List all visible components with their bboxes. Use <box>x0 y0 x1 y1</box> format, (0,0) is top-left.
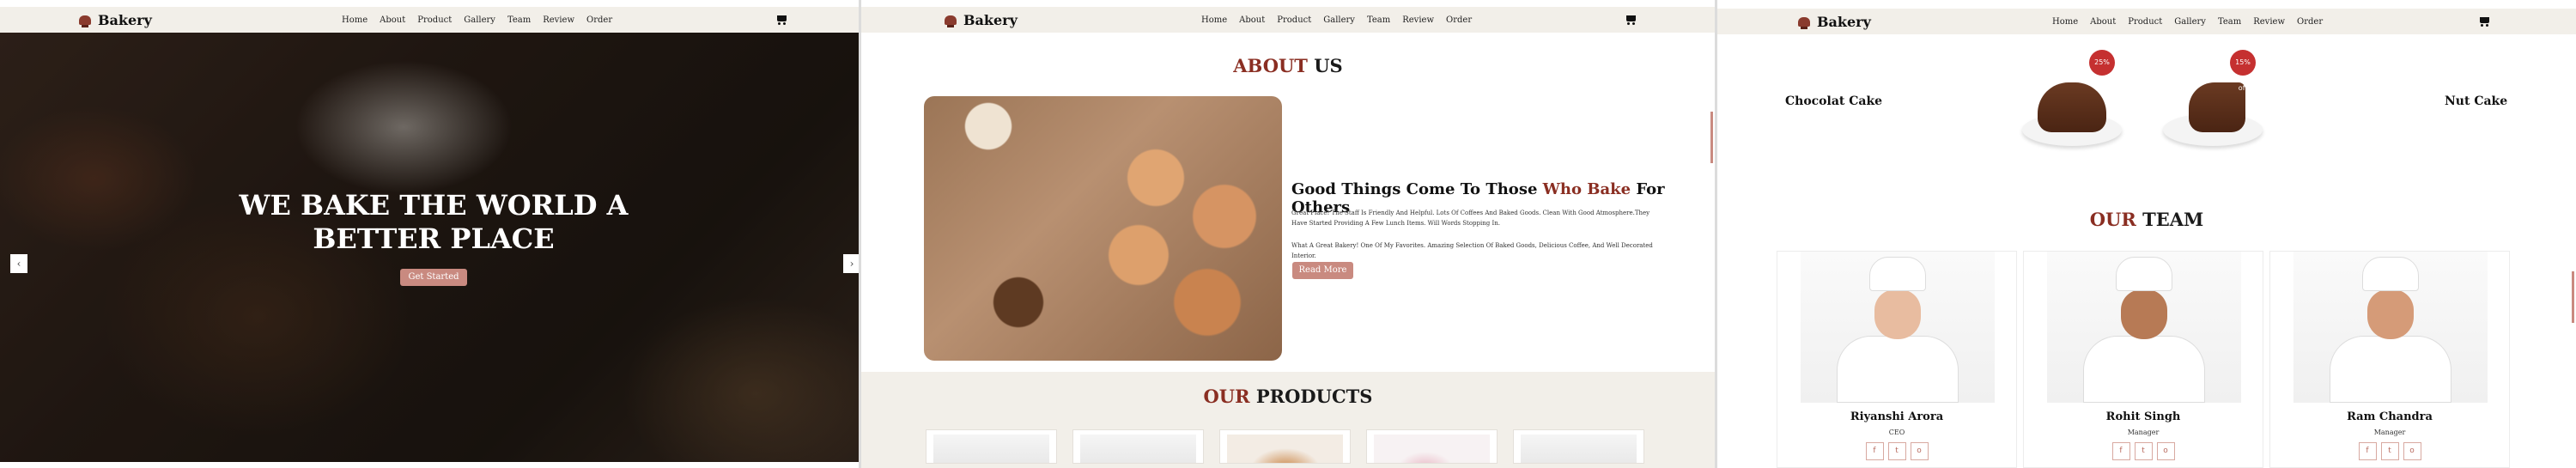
product-card[interactable] <box>1072 429 1204 464</box>
hero-heading: WE BAKE THE WORLD A BETTER PLACE <box>239 189 629 255</box>
cookies-image <box>924 96 1282 361</box>
member-name: Ram Chandra <box>2347 410 2433 423</box>
twitter-icon[interactable]: t <box>1887 442 1906 460</box>
nav-gallery[interactable]: Gallery <box>1323 15 1355 25</box>
cart-icon[interactable] <box>775 15 787 25</box>
nav-home[interactable]: Home <box>2052 17 2078 27</box>
chef-photo <box>1801 252 1995 403</box>
member-name: Rohit Singh <box>2105 410 2181 423</box>
instagram-icon[interactable]: o <box>2156 442 2175 460</box>
team-screen: Bakery Home About Product Gallery Team R… <box>1717 0 2576 468</box>
nav-review[interactable]: Review <box>543 15 574 25</box>
read-more-button[interactable]: Read More <box>1292 262 1353 279</box>
brand-logo[interactable]: Bakery <box>79 12 152 28</box>
hero-banner: WE BAKE THE WORLD A BETTER PLACE Get Sta… <box>0 33 859 462</box>
cake-image: 15% off <box>2163 50 2263 149</box>
nav-order[interactable]: Order <box>586 15 612 25</box>
cake-image: 25% off <box>2022 50 2122 149</box>
cart-icon[interactable] <box>1625 15 1637 25</box>
nav-home[interactable]: Home <box>342 15 368 25</box>
member-name: Riyanshi Arora <box>1850 410 1944 423</box>
nav-product[interactable]: Product <box>1277 15 1311 25</box>
nav-product[interactable]: Product <box>2128 17 2162 27</box>
about-screen: Bakery Home About Product Gallery Team R… <box>861 0 1715 468</box>
team-title: OUR TEAM <box>2089 209 2204 230</box>
hero-screen: Bakery Home About Product Gallery Team R… <box>0 0 859 468</box>
facebook-icon[interactable]: f <box>2358 442 2377 460</box>
brand-name: Bakery <box>98 11 152 28</box>
nav-about[interactable]: About <box>380 15 405 25</box>
bakery-logo-icon <box>1798 16 1810 29</box>
social-links: f t o <box>1777 442 2016 460</box>
cake-name-right: Nut Cake <box>2445 94 2508 108</box>
slider-prev-icon[interactable]: ‹ <box>10 254 27 273</box>
facebook-icon[interactable]: f <box>2111 442 2130 460</box>
nav-team[interactable]: Team <box>2218 17 2241 27</box>
product-card[interactable] <box>1513 429 1644 464</box>
scrollbar[interactable] <box>2572 271 2574 323</box>
cake-name-left: Chocolat Cake <box>1785 94 1883 108</box>
twitter-icon[interactable]: t <box>2134 442 2153 460</box>
nav-gallery[interactable]: Gallery <box>464 15 495 25</box>
nav-menu: Home About Product Gallery Team Review O… <box>2052 17 2323 27</box>
team-card: Riyanshi Arora CEO f t o <box>1777 251 2017 468</box>
facebook-icon[interactable]: f <box>1865 442 1884 460</box>
nav-order[interactable]: Order <box>2297 17 2323 27</box>
about-title: ABOUT US <box>1233 55 1343 76</box>
cart-icon[interactable] <box>2478 17 2490 27</box>
member-role: CEO <box>1888 428 1905 436</box>
nav-review[interactable]: Review <box>2253 17 2285 27</box>
brand-name: Bakery <box>963 11 1018 28</box>
brand-name: Bakery <box>1817 13 1871 30</box>
product-card[interactable] <box>926 429 1057 464</box>
bakery-logo-icon <box>945 15 957 27</box>
navbar: Bakery Home About Product Gallery Team R… <box>0 7 859 33</box>
discount-badge: 25% off <box>2089 50 2115 92</box>
products-title: OUR PRODUCTS <box>1203 386 1373 407</box>
brand-logo[interactable]: Bakery <box>1798 14 1871 30</box>
nav-product[interactable]: Product <box>417 15 452 25</box>
social-links: f t o <box>2270 442 2509 460</box>
nav-menu: Home About Product Gallery Team Review O… <box>1201 15 1472 25</box>
nav-about[interactable]: About <box>1239 15 1265 25</box>
nav-home[interactable]: Home <box>1201 15 1227 25</box>
product-card[interactable] <box>1366 429 1498 464</box>
team-card: Rohit Singh Manager f t o <box>2023 251 2263 468</box>
nav-order[interactable]: Order <box>1446 15 1472 25</box>
nav-team[interactable]: Team <box>1367 15 1390 25</box>
chef-photo <box>2293 252 2488 403</box>
social-links: f t o <box>2024 442 2263 460</box>
bakery-logo-icon <box>79 15 91 27</box>
navbar: Bakery Home About Product Gallery Team R… <box>861 7 1715 33</box>
instagram-icon[interactable]: o <box>1910 442 1929 460</box>
member-role: Manager <box>2373 428 2406 436</box>
nav-team[interactable]: Team <box>507 15 531 25</box>
about-paragraph-2: What A Great Bakery! One Of My Favorites… <box>1291 242 1653 259</box>
nav-menu: Home About Product Gallery Team Review O… <box>342 15 612 25</box>
chef-photo <box>2047 252 2241 403</box>
nav-review[interactable]: Review <box>1402 15 1434 25</box>
slider-next-icon[interactable]: › <box>843 254 859 273</box>
nav-gallery[interactable]: Gallery <box>2174 17 2206 27</box>
get-started-button[interactable]: Get Started <box>400 269 467 286</box>
instagram-icon[interactable]: o <box>2403 442 2421 460</box>
about-paragraph-1: Great Place! The Staff Is Friendly And H… <box>1291 210 1650 227</box>
product-card[interactable] <box>1219 429 1351 464</box>
team-card: Ram Chandra Manager f t o <box>2269 251 2510 468</box>
nav-about[interactable]: About <box>2090 17 2116 27</box>
navbar: Bakery Home About Product Gallery Team R… <box>1717 9 2576 34</box>
twitter-icon[interactable]: t <box>2380 442 2399 460</box>
scrollbar[interactable] <box>1710 112 1713 163</box>
member-role: Manager <box>2127 428 2160 436</box>
discount-badge: 15% off <box>2230 50 2256 92</box>
brand-logo[interactable]: Bakery <box>945 12 1018 28</box>
